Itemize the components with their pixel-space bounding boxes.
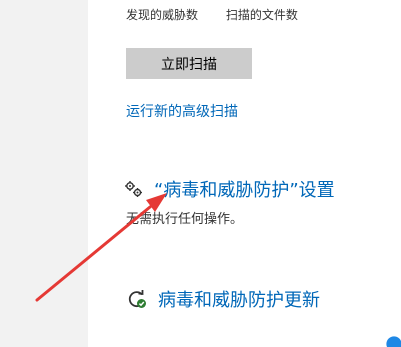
protection-updates-row: 病毒和威胁防护更新 bbox=[126, 286, 320, 312]
navigation-pane bbox=[0, 0, 88, 347]
advanced-scan-link[interactable]: 运行新的高级扫描 bbox=[126, 101, 238, 121]
protection-settings-status: 无需执行任何操作。 bbox=[126, 212, 244, 227]
threats-found-label: 发现的威胁数 bbox=[126, 8, 199, 22]
protection-settings-row: “病毒和威胁防护”设置 bbox=[124, 176, 335, 202]
scan-stats: 发现的威胁数 扫描的文件数 bbox=[126, 6, 322, 23]
refresh-check-icon bbox=[126, 288, 148, 310]
gears-icon bbox=[124, 179, 144, 199]
protection-settings-link[interactable]: “病毒和威胁防护”设置 bbox=[154, 176, 335, 202]
quick-scan-button[interactable]: 立即扫描 bbox=[126, 48, 252, 79]
protection-updates-link[interactable]: 病毒和威胁防护更新 bbox=[158, 286, 320, 312]
files-scanned-label: 扫描的文件数 bbox=[225, 8, 298, 22]
content-pane: 发现的威胁数 扫描的文件数 立即扫描 运行新的高级扫描 “病毒和威胁防护”设置 … bbox=[88, 0, 401, 347]
corner-fragment-icon bbox=[386, 336, 401, 347]
